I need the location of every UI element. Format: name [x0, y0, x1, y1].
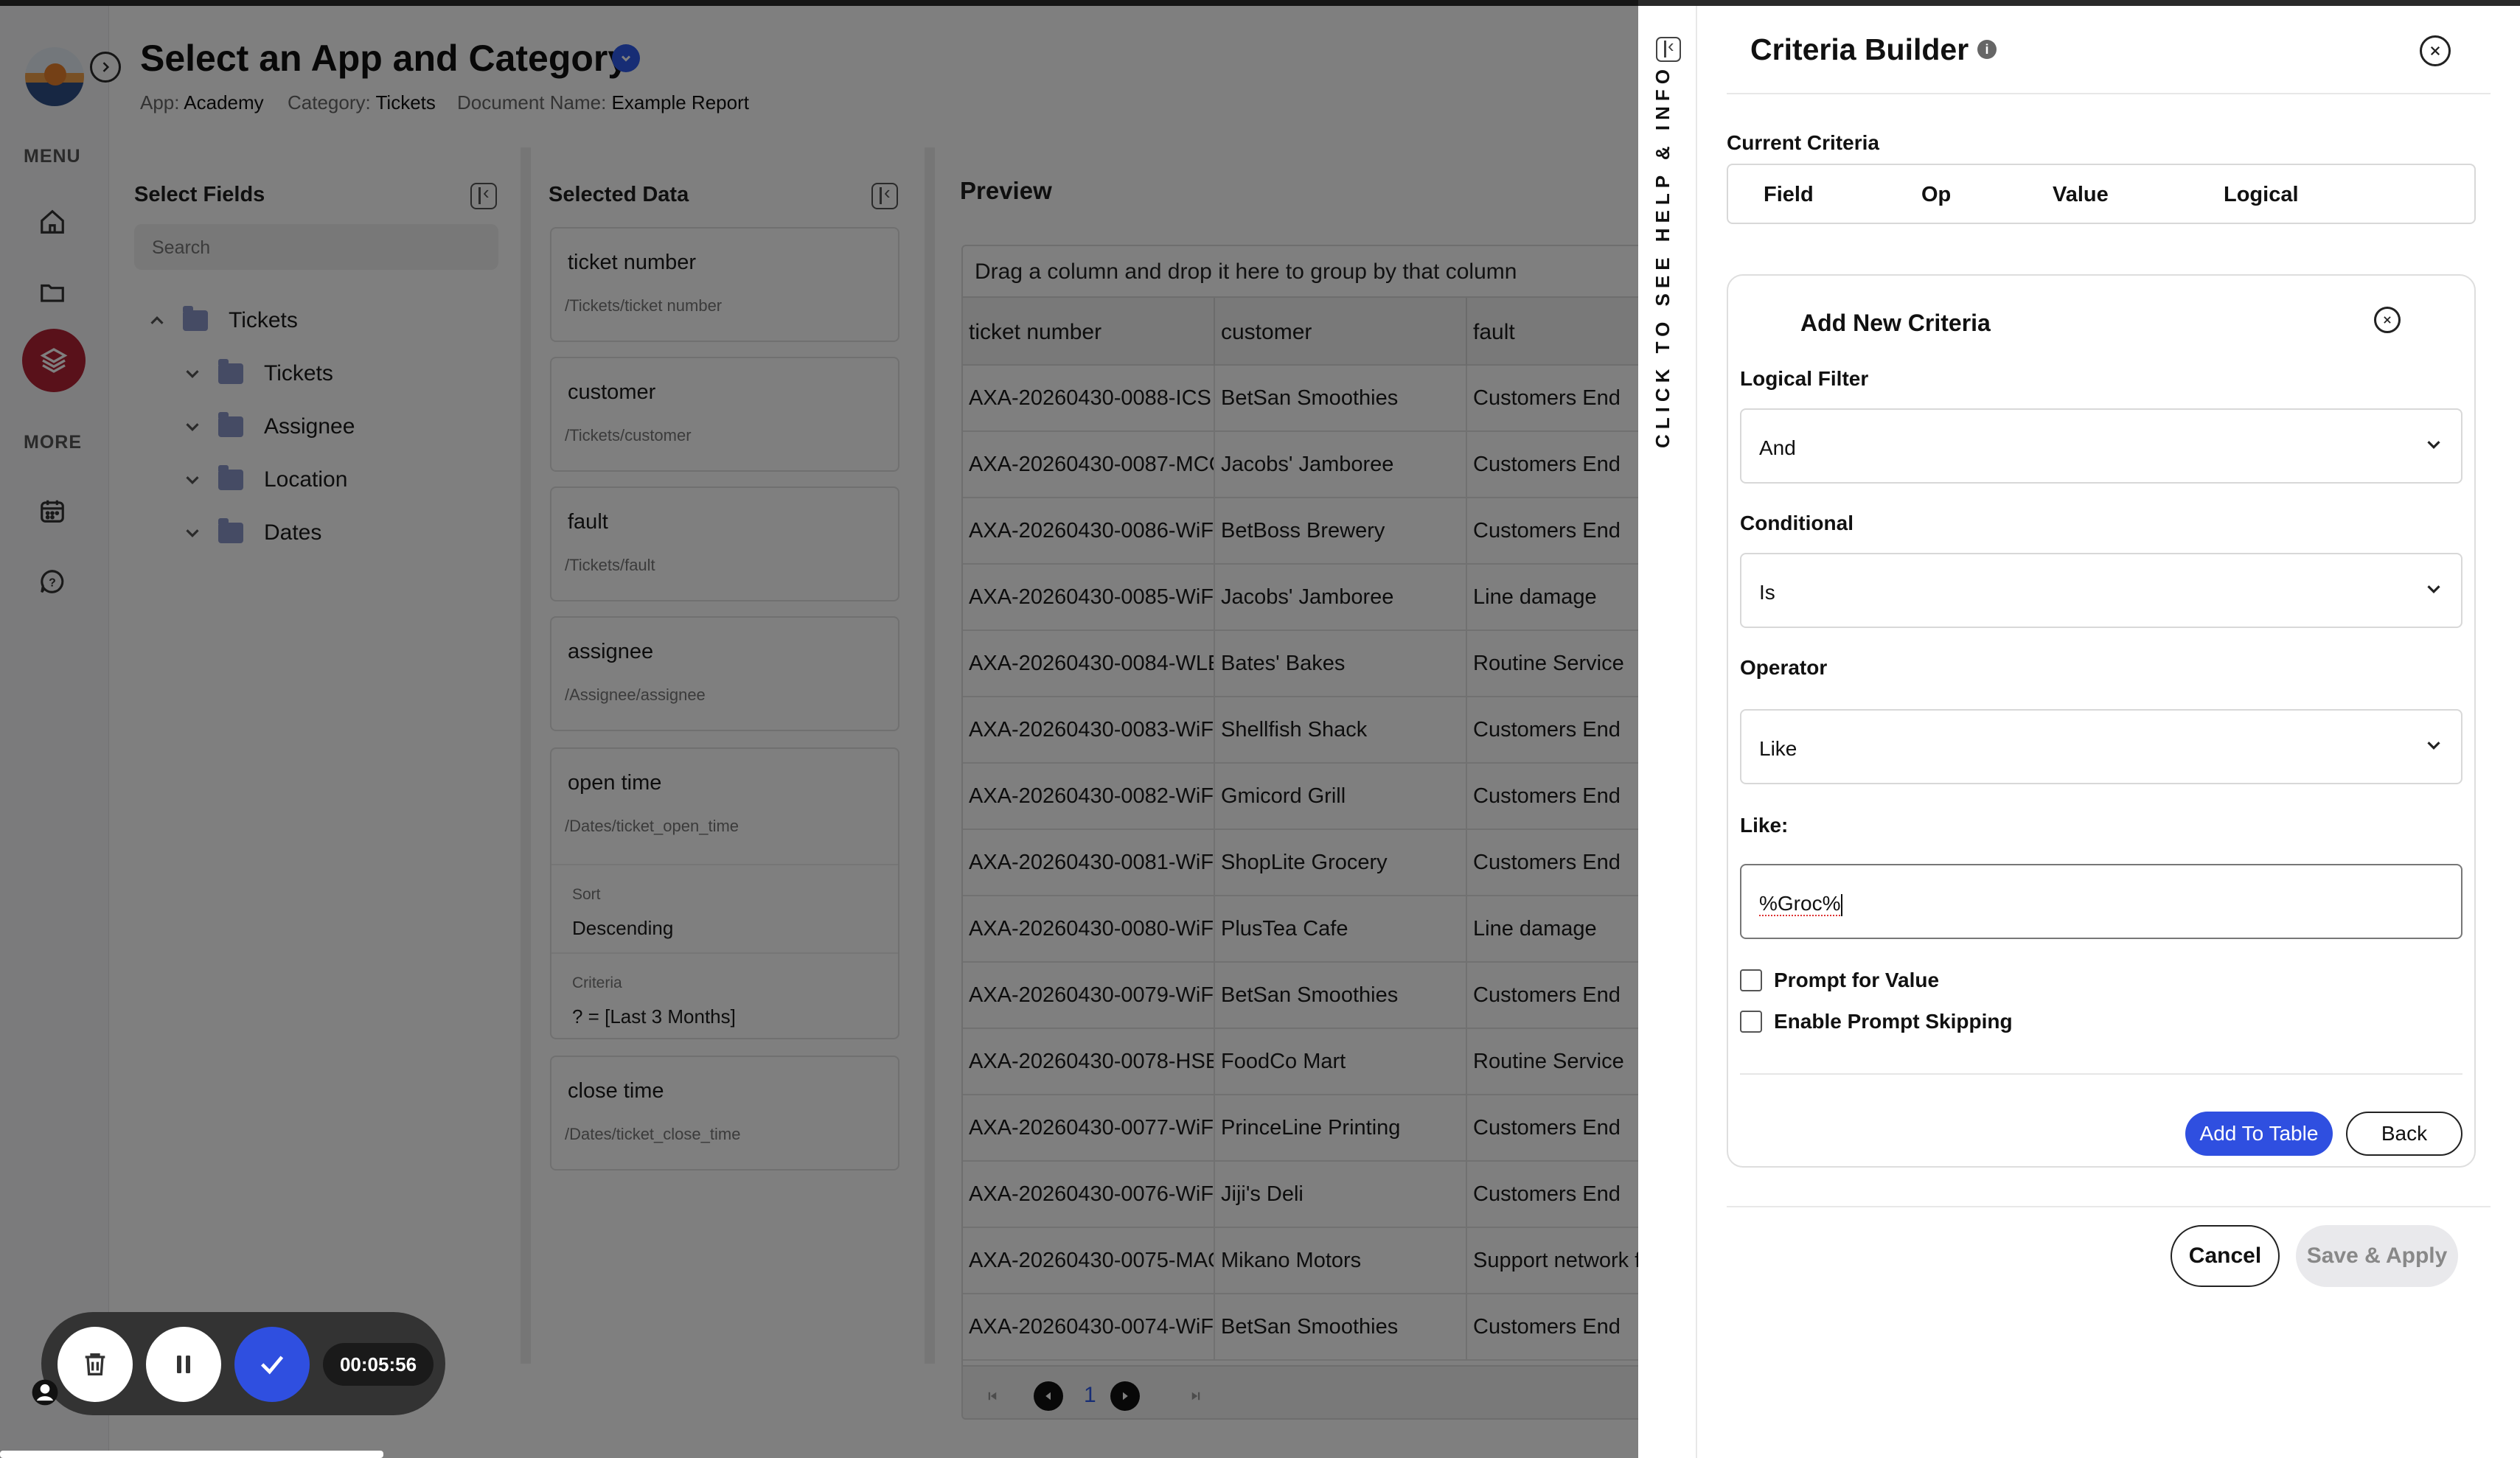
- back-button[interactable]: Back: [2346, 1112, 2462, 1156]
- close-drawer-icon[interactable]: [2420, 35, 2451, 66]
- cancel-button[interactable]: Cancel: [2171, 1225, 2280, 1287]
- criteria-column-value: Value: [2053, 183, 2109, 206]
- divider: [1727, 93, 2491, 94]
- info-icon[interactable]: i: [1977, 40, 1997, 59]
- conditional-label: Conditional: [1740, 512, 1854, 534]
- close-criteria-icon[interactable]: [2374, 307, 2401, 333]
- window-bottom-edge: [0, 1451, 383, 1458]
- help-info-strip[interactable]: CLICK TO SEE HELP & INFO: [1638, 6, 1697, 1458]
- modal-backdrop[interactable]: [0, 0, 1638, 1458]
- prompt-for-value-checkbox[interactable]: [1740, 969, 1762, 991]
- add-to-table-button[interactable]: Add To Table: [2185, 1112, 2333, 1156]
- like-value: %Groc%: [1759, 892, 1841, 916]
- logical-filter-label: Logical Filter: [1740, 367, 1869, 390]
- divider: [1727, 1206, 2491, 1207]
- like-value-input[interactable]: %Groc%: [1740, 864, 2462, 939]
- help-info-text[interactable]: CLICK TO SEE HELP & INFO: [1651, 64, 1674, 448]
- recording-controls: 00:05:56: [41, 1312, 445, 1415]
- current-criteria-label: Current Criteria: [1727, 131, 1879, 154]
- operator-label: Operator: [1740, 656, 1828, 679]
- conditional-value: Is: [1759, 581, 1775, 604]
- add-new-criteria-title: Add New Criteria: [1800, 310, 1991, 336]
- finish-recording-button[interactable]: [234, 1327, 310, 1402]
- chevron-down-icon: [2427, 742, 2440, 750]
- pause-recording-button[interactable]: [146, 1327, 221, 1402]
- enable-prompt-skipping-label: Enable Prompt Skipping: [1774, 1010, 2013, 1033]
- logical-filter-select[interactable]: And: [1740, 408, 2462, 484]
- logical-filter-value: And: [1759, 436, 1796, 459]
- chevron-down-icon: [2427, 585, 2440, 593]
- enable-prompt-skipping-checkbox[interactable]: [1740, 1011, 1762, 1033]
- add-new-criteria-card: Add New Criteria Logical Filter And Cond…: [1727, 274, 2476, 1168]
- prompt-for-value-label: Prompt for Value: [1774, 969, 1940, 991]
- user-icon[interactable]: [31, 1378, 59, 1410]
- save-apply-button[interactable]: Save & Apply: [2296, 1225, 2458, 1287]
- operator-value: Like: [1759, 737, 1797, 760]
- criteria-column-field: Field: [1764, 183, 1814, 206]
- chevron-down-icon: [2427, 441, 2440, 449]
- criteria-column-op: Op: [1921, 183, 1952, 206]
- drawer-title: Criteria Builder: [1750, 32, 1969, 66]
- conditional-select[interactable]: Is: [1740, 553, 2462, 628]
- like-label: Like:: [1740, 814, 1789, 837]
- criteria-builder-drawer: CLICK TO SEE HELP & INFO Criteria Builde…: [1638, 6, 2520, 1458]
- prompt-for-value-row[interactable]: Prompt for Value: [1740, 969, 1939, 992]
- discard-recording-button[interactable]: [58, 1327, 133, 1402]
- divider: [1740, 1073, 2462, 1075]
- operator-select[interactable]: Like: [1740, 709, 2462, 784]
- collapse-drawer-icon[interactable]: [1656, 35, 1681, 62]
- current-criteria-table: Field Op Value Logical: [1727, 164, 2476, 224]
- criteria-column-logical: Logical: [2224, 183, 2299, 206]
- recording-timer: 00:05:56: [323, 1343, 434, 1386]
- text-cursor: [1841, 893, 1843, 916]
- enable-prompt-skipping-row[interactable]: Enable Prompt Skipping: [1740, 1010, 2013, 1033]
